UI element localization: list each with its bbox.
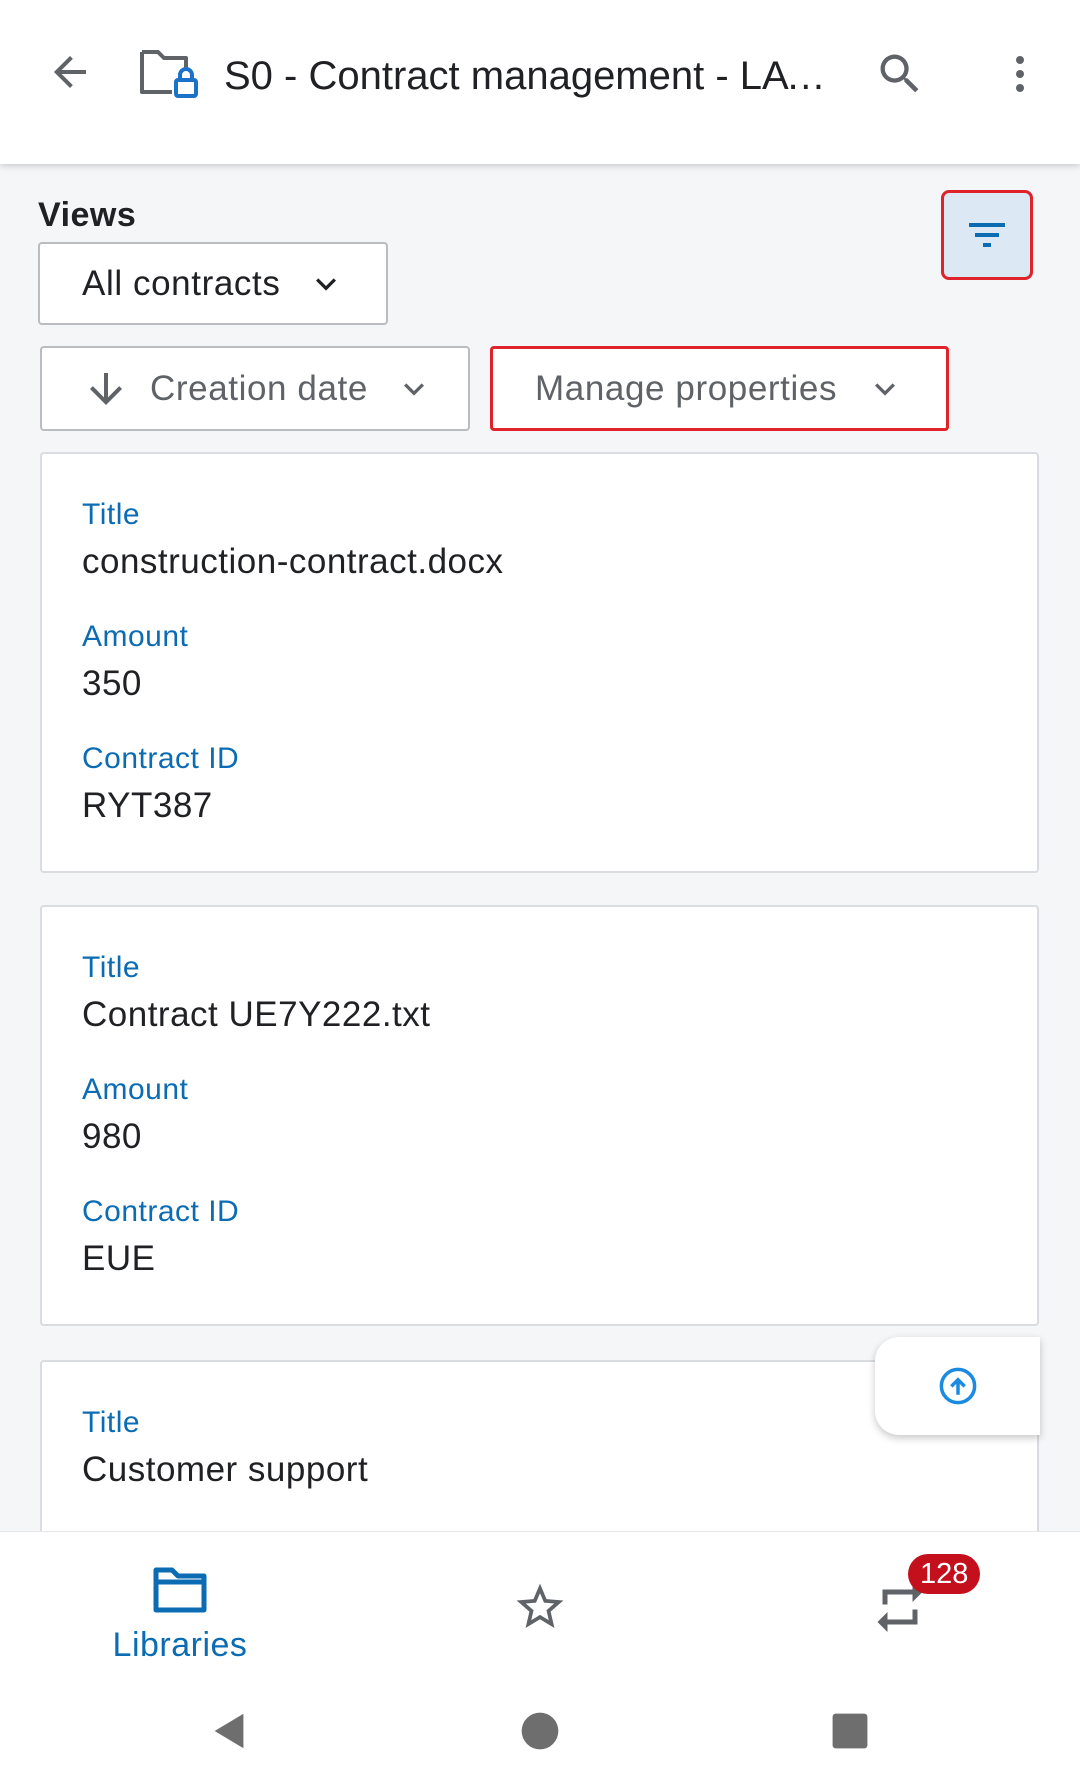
field-value: Contract UE7Y222.txt bbox=[82, 995, 431, 1034]
system-recents-button[interactable] bbox=[810, 1681, 890, 1781]
circle-home-icon bbox=[521, 1712, 559, 1750]
contract-card[interactable]: Title construction-contract.docx Amount … bbox=[40, 452, 1039, 873]
triangle-back-icon bbox=[214, 1713, 244, 1749]
more-options-button[interactable] bbox=[992, 40, 1048, 108]
view-selector[interactable]: All contracts bbox=[38, 242, 388, 325]
chevron-down-icon bbox=[875, 382, 896, 396]
views-label: Views bbox=[38, 196, 137, 234]
folder-icon bbox=[153, 1567, 207, 1613]
upload-arrow-icon bbox=[939, 1367, 976, 1405]
filter-icon bbox=[969, 223, 1005, 247]
nav-libraries-label: Libraries bbox=[112, 1626, 248, 1664]
system-back-button[interactable] bbox=[190, 1681, 270, 1781]
view-selected-label: All contracts bbox=[82, 263, 281, 303]
search-button[interactable] bbox=[866, 40, 934, 108]
field-value: Customer support bbox=[82, 1450, 369, 1489]
app-bar: S0 - Contract management - LATAM bbox=[0, 0, 1080, 164]
sort-label: Creation date bbox=[150, 368, 368, 408]
chevron-down-icon bbox=[403, 382, 424, 396]
page-title: S0 - Contract management - LATAM bbox=[224, 54, 834, 98]
system-navigation-bar bbox=[0, 1681, 1080, 1781]
field-label: Title bbox=[82, 498, 141, 531]
square-recents-icon bbox=[832, 1713, 868, 1749]
chevron-down-icon bbox=[316, 277, 337, 291]
field-value: construction-contract.docx bbox=[82, 542, 504, 581]
arrow-back-icon bbox=[54, 56, 86, 88]
field-value: 350 bbox=[82, 664, 142, 703]
back-button[interactable] bbox=[36, 38, 104, 106]
field-label: Title bbox=[82, 951, 141, 984]
more-vert-icon bbox=[1016, 56, 1024, 92]
field-value: 980 bbox=[82, 1117, 142, 1156]
contract-card[interactable]: Title Contract UE7Y222.txt Amount 980 Co… bbox=[40, 905, 1039, 1326]
filter-button[interactable] bbox=[941, 190, 1033, 280]
field-label: Contract ID bbox=[82, 742, 240, 775]
arrow-down-icon bbox=[90, 372, 122, 405]
sync-badge: 128 bbox=[908, 1554, 981, 1594]
upload-button[interactable] bbox=[875, 1337, 1040, 1435]
system-home-button[interactable] bbox=[500, 1681, 580, 1781]
bottom-navigation: Libraries 128 bbox=[0, 1531, 1080, 1682]
folder-lock-icon bbox=[138, 44, 200, 100]
field-label: Title bbox=[82, 1406, 141, 1439]
nav-libraries[interactable]: Libraries bbox=[100, 1532, 260, 1682]
field-label: Contract ID bbox=[82, 1195, 240, 1228]
nav-favorites[interactable] bbox=[490, 1532, 590, 1682]
field-value: RYT387 bbox=[82, 786, 213, 825]
sort-selector[interactable]: Creation date bbox=[40, 346, 470, 431]
star-icon bbox=[516, 1583, 564, 1628]
field-value: EUE bbox=[82, 1239, 156, 1278]
field-label: Amount bbox=[82, 620, 189, 653]
manage-properties-label: Manage properties bbox=[535, 368, 838, 408]
field-label: Amount bbox=[82, 1073, 189, 1106]
manage-properties-button[interactable]: Manage properties bbox=[490, 346, 949, 431]
search-icon bbox=[880, 54, 919, 93]
